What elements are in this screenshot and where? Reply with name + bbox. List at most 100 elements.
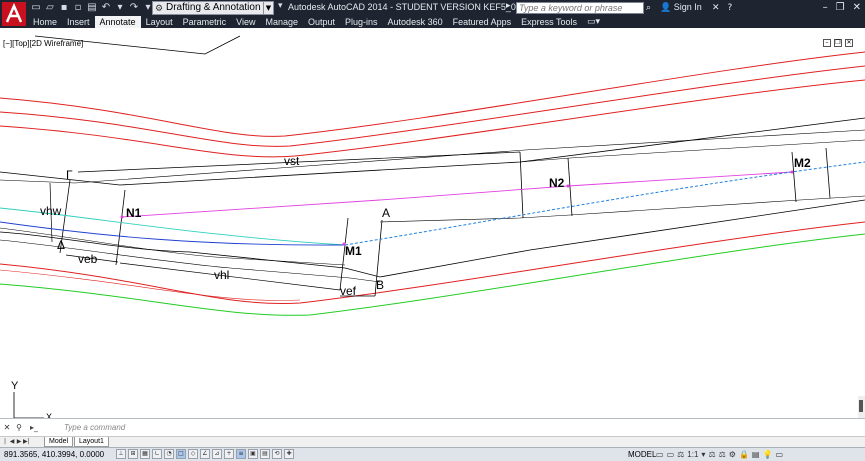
auto-scale-icon[interactable]: ⚖ [719,449,726,460]
object-snap-tracking-icon[interactable]: ∠ [200,449,210,459]
new-file-icon[interactable]: ▭ [30,2,42,14]
command-input[interactable]: Type a command [44,421,856,435]
search-icon[interactable]: ⌕ [646,1,651,15]
sign-in-link[interactable]: 👤 Sign In [660,2,702,13]
infer-constraints-icon[interactable]: ⊥ [116,449,126,459]
label-delta: Δ [57,238,66,252]
search-tools: ⌕ [646,1,651,15]
hardware-acceleration-icon[interactable]: ▤ [752,449,760,460]
customize-toolbar-icon[interactable]: ▾ [278,1,283,11]
viewport-window-controls: – ❐ ✕ [823,39,853,47]
label-m2: M2 [794,156,811,170]
dynamic-ucs-icon[interactable]: ⊿ [212,449,222,459]
tab-model[interactable]: Model [44,437,74,447]
workspace-switch-icon[interactable]: ⚙ [729,449,736,460]
wrench-icon[interactable]: ⚲ [14,422,24,434]
selection-cycling-icon[interactable]: ⟲ [272,449,282,459]
chevron-down-icon[interactable]: ▾ [701,449,705,460]
tab-manage[interactable]: Manage [260,16,303,28]
transparency-icon[interactable]: ▣ [248,449,258,459]
exchange-icon[interactable]: ✕ [712,1,720,15]
tab-parametric[interactable]: Parametric [178,16,232,28]
polar-tracking-icon[interactable]: ◔ [164,449,174,459]
annotation-scale-value[interactable]: 1:1 [687,449,698,460]
save-as-icon[interactable]: ▫ [72,2,84,14]
open-file-icon[interactable]: ▱ [44,2,56,14]
tab-annotate[interactable]: Annotate [94,16,141,28]
lineweight-icon[interactable]: ≡ [236,449,246,459]
isolate-objects-icon[interactable]: 💡 [762,449,772,460]
quick-view-drawings-icon[interactable]: ▭ [667,449,675,460]
viewport-restore-icon[interactable]: ❐ [834,39,842,47]
restore-icon[interactable]: ❐ [836,1,845,15]
label-a: A [382,206,391,220]
save-icon[interactable]: ▪ [58,2,70,14]
annotation-visibility-icon[interactable]: ⚖ [708,449,715,460]
status-right-tools: ▭ ▭ ⚖ 1:1 ▾ ⚖ ⚖ ⚙ 🔒 ▤ 💡 ▭ [656,449,783,460]
workspace-selector[interactable]: ⚙ Drafting & Annotation ▼ [152,1,274,15]
viewport-close-icon[interactable]: ✕ [845,39,853,47]
model-space-toggle[interactable]: MODEL [628,450,656,459]
minimize-icon[interactable]: – [823,1,828,15]
quick-view-layouts-icon[interactable]: ▭ [656,449,664,460]
user-icon: 👤 [660,3,672,13]
application-menu-button[interactable] [0,0,28,28]
title-right-tools: ✕ ? [712,1,732,15]
node-m2 [790,170,794,174]
lock-icon[interactable]: 🔒 [739,449,749,460]
tab-layout[interactable]: Layout [141,16,178,28]
expand-search-icon[interactable]: ▸ [506,1,511,11]
label-vhw: vhw [40,204,62,218]
tab-home[interactable]: Home [28,16,62,28]
vertical-scrollbar[interactable] [858,396,865,418]
scrollbar-thumb[interactable] [859,400,863,412]
ribbon-toggle-icon[interactable]: ▭▾ [582,17,605,27]
coordinate-readout[interactable]: 891.3565, 410.3994, 0.0000 [4,450,104,459]
tab-view[interactable]: View [231,16,260,28]
label-vef: vef [340,284,357,298]
dynamic-input-icon[interactable]: + [224,449,234,459]
label-n2: N2 [549,176,565,190]
viewport-controls-label[interactable]: [−][Top][2D Wireframe] [3,39,83,48]
annotation-scale-icon[interactable]: ⚖ [677,449,684,460]
redo-icon[interactable]: ↷ [128,2,140,14]
drawing-canvas[interactable]: Γ Δ vhw veb vhl vef vst N1 N2 M1 M2 A B … [0,28,865,422]
viewport-minimize-icon[interactable]: – [823,39,831,47]
tab-express-tools[interactable]: Express Tools [516,16,582,28]
command-line: ✕ ⚲ ▸_ Type a command [0,418,865,436]
snap-mode-icon[interactable]: ⊞ [128,449,138,459]
clean-screen-icon[interactable]: ▭ [775,449,783,460]
ortho-mode-icon[interactable]: ∟ [152,449,162,459]
gear-icon: ⚙ [155,4,164,14]
print-icon[interactable]: ▤ [86,2,98,14]
tab-featured-apps[interactable]: Featured Apps [448,16,517,28]
tab-autodesk-360[interactable]: Autodesk 360 [383,16,448,28]
annotation-monitor-icon[interactable]: ✚ [284,449,294,459]
cross-line [825,147,831,199]
close-icon[interactable]: ✕ [2,422,12,434]
close-icon[interactable]: ✕ [853,1,861,15]
tab-plug-ins[interactable]: Plug-ins [340,16,383,28]
3d-object-snap-icon[interactable]: ◇ [188,449,198,459]
undo-icon[interactable]: ↶ [100,2,112,14]
chevron-down-icon: ▼ [263,2,273,14]
undo-dropdown-icon[interactable]: ▾ [114,2,126,14]
label-vhl: vhl [214,268,230,282]
search-input[interactable]: Type a keyword or phrase [516,2,644,14]
edge-line [0,117,865,186]
command-history-icon[interactable]: ▸_ [30,422,42,434]
grid-display-icon[interactable]: ▦ [140,449,150,459]
node-n1 [120,215,124,219]
ribbon-tabs: Home Insert Annotate Layout Parametric V… [28,16,865,28]
help-icon[interactable]: ? [728,1,733,15]
autocad-logo-icon [2,2,26,26]
tab-layout1[interactable]: Layout1 [74,437,109,447]
tab-insert[interactable]: Insert [62,16,95,28]
quick-properties-icon[interactable]: ▤ [260,449,270,459]
title-bar: ▭ ▱ ▪ ▫ ▤ ↶ ▾ ↷ ▾ ⚙ Drafting & Annotatio… [0,0,865,16]
tab-output[interactable]: Output [303,16,340,28]
edge-line [0,129,865,184]
label-gamma: Γ [66,168,73,182]
object-snap-icon[interactable]: □ [176,449,186,459]
label-m1: M1 [345,244,362,258]
